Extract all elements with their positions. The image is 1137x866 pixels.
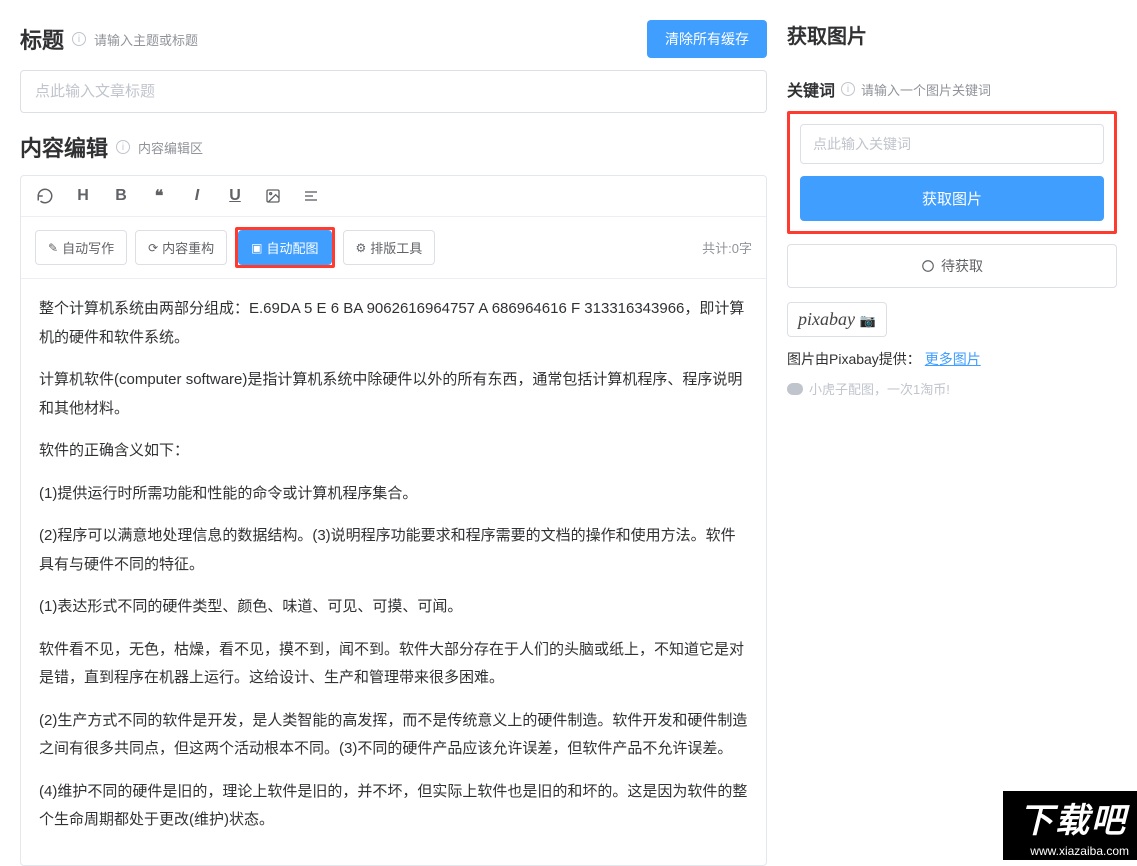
footer-note: 小虎子配图，一次1淘币!	[787, 379, 1117, 398]
keyword-header: 关键词 i 请输入一个图片关键词	[787, 77, 1117, 101]
underline-icon[interactable]: U	[225, 186, 245, 206]
auto-image-button[interactable]: ▣ 自动配图	[238, 230, 331, 265]
bold-icon[interactable]: B	[111, 186, 131, 206]
footer-text: 小虎子配图，一次1淘币!	[809, 379, 950, 398]
article-title-input[interactable]	[20, 70, 767, 113]
pending-button[interactable]: 待获取	[787, 244, 1117, 288]
keyword-label: 关键词	[787, 77, 835, 101]
restructure-label: 内容重构	[162, 238, 214, 257]
right-panel: 获取图片 关键词 i 请输入一个图片关键词 获取图片 待获取 pixabay 📷…	[787, 20, 1117, 840]
provider-text: 图片由Pixabay提供：	[787, 351, 921, 367]
undo-icon[interactable]	[35, 186, 55, 206]
title-hint: 请输入主题或标题	[94, 30, 198, 49]
info-icon: i	[72, 32, 86, 46]
fetch-image-button[interactable]: 获取图片	[800, 176, 1104, 221]
restructure-button[interactable]: 内容重构	[135, 230, 227, 265]
keyword-hint: 请输入一个图片关键词	[861, 80, 991, 99]
content-paragraph: (2)生产方式不同的软件是开发，是人类智能的高发挥，而不是传统意义上的硬件制造。…	[39, 707, 748, 764]
layout-tool-button[interactable]: ⚙ 排版工具	[343, 230, 436, 265]
content-paragraph: 整个计算机系统由两部分组成：E.69DA 5 E 6 BA 9062616964…	[39, 295, 748, 352]
info-icon: i	[116, 140, 130, 154]
pencil-icon: ✎	[48, 241, 58, 255]
content-paragraph: (2)程序可以满意地处理信息的数据结构。(3)说明程序功能要求和程序需要的文档的…	[39, 522, 748, 579]
camera-icon: 📷	[859, 313, 875, 329]
more-images-link[interactable]: 更多图片	[925, 351, 981, 367]
content-paragraph: 软件的正确含义如下：	[39, 437, 748, 466]
content-paragraph: 软件看不见，无色，枯燥，看不见，摸不到，闻不到。软件大部分存在于人们的头脑或纸上…	[39, 636, 748, 693]
auto-image-label: 自动配图	[267, 238, 319, 257]
word-count: 共计:0字	[702, 238, 752, 257]
circle-icon	[921, 259, 935, 273]
keyword-input[interactable]	[800, 124, 1104, 164]
italic-icon[interactable]: I	[187, 186, 207, 206]
left-panel: 标题 i 请输入主题或标题 清除所有缓存 内容编辑 i 内容编辑区 H B I …	[20, 20, 767, 840]
content-header: 内容编辑 i 内容编辑区	[20, 131, 767, 163]
editor-card: H B I U ✎ 自动写作 内容重构 ▣ 自动配图	[20, 175, 767, 866]
cloud-icon	[787, 383, 803, 395]
title-label: 标题	[20, 23, 64, 55]
watermark: 下载吧 www.xiazaiba.com	[1003, 791, 1137, 860]
highlight-auto-image: ▣ 自动配图	[235, 227, 334, 268]
pending-label: 待获取	[941, 256, 983, 276]
provider-line: 图片由Pixabay提供： 更多图片	[787, 349, 1117, 369]
watermark-text: 下载吧	[1003, 791, 1137, 842]
info-icon: i	[841, 82, 855, 96]
content-paragraph: (4)维护不同的硬件是旧的，理论上软件是旧的，并不坏，但实际上软件也是旧的和坏的…	[39, 778, 748, 835]
pixabay-badge: pixabay 📷	[787, 302, 887, 337]
highlight-keyword-box: 获取图片	[787, 111, 1117, 234]
settings-icon: ⚙	[356, 241, 367, 255]
content-paragraph: (1)提供运行时所需功能和性能的命令或计算机程序集合。	[39, 480, 748, 509]
layout-tool-label: 排版工具	[370, 238, 422, 257]
image-icon[interactable]	[263, 186, 283, 206]
content-paragraph: (1)表达形式不同的硬件类型、颜色、味道、可见、可摸、可闻。	[39, 593, 748, 622]
content-hint: 内容编辑区	[138, 138, 203, 157]
action-toolbar: ✎ 自动写作 内容重构 ▣ 自动配图 ⚙ 排版工具 共计:0字	[21, 217, 766, 279]
content-title: 内容编辑	[20, 131, 108, 163]
watermark-url: www.xiazaiba.com	[1003, 842, 1137, 860]
format-toolbar: H B I U	[21, 176, 766, 217]
quote-icon[interactable]	[149, 186, 169, 206]
clear-cache-button[interactable]: 清除所有缓存	[647, 20, 767, 58]
layout-icon: ▣	[251, 241, 262, 255]
refresh-icon	[148, 241, 158, 255]
heading-icon[interactable]: H	[73, 186, 93, 206]
title-header: 标题 i 请输入主题或标题 清除所有缓存	[20, 20, 767, 58]
auto-write-label: 自动写作	[62, 238, 114, 257]
pixabay-text: pixabay	[798, 309, 855, 329]
content-paragraph: 计算机软件(computer software)是指计算机系统中除硬件以外的所有…	[39, 366, 748, 423]
align-icon[interactable]	[301, 186, 321, 206]
fetch-image-title: 获取图片	[787, 20, 1117, 49]
auto-write-button[interactable]: ✎ 自动写作	[35, 230, 127, 265]
editor-content[interactable]: 整个计算机系统由两部分组成：E.69DA 5 E 6 BA 9062616964…	[21, 279, 766, 865]
